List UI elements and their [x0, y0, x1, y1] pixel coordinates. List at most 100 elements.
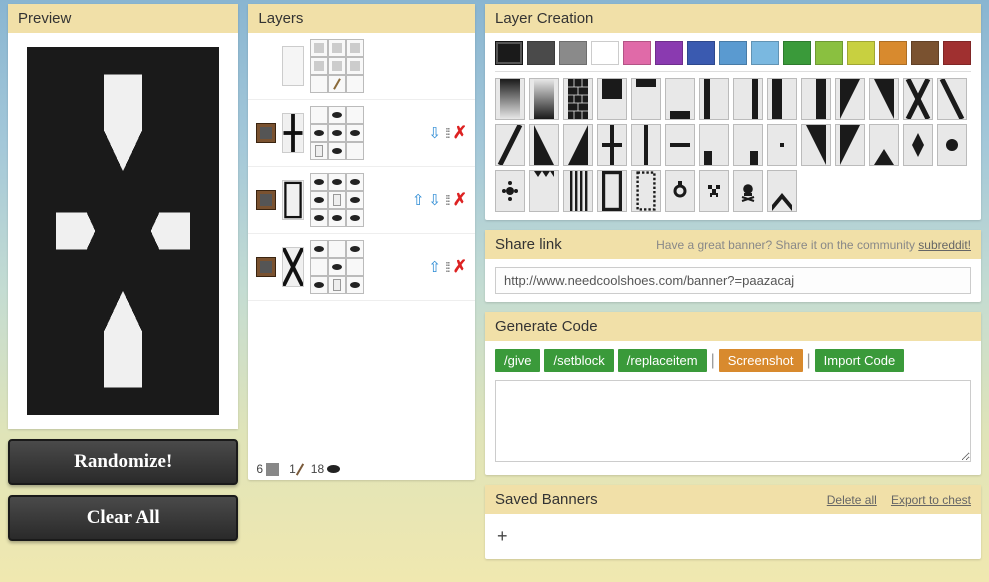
pattern-gradient[interactable]: [495, 78, 525, 120]
layer-row: ⇧ ⇩ ⁞⁞ ✗: [248, 167, 475, 234]
randomize-button[interactable]: Randomize!: [8, 439, 238, 485]
pattern-stripe_left[interactable]: [699, 78, 729, 120]
drag-handle-icon[interactable]: ⁞⁞: [445, 125, 449, 141]
layer-row: ⇩ ⁞⁞ ✗: [248, 100, 475, 167]
drag-handle-icon[interactable]: ⁞⁞: [445, 259, 449, 275]
banner-preview: [27, 47, 219, 415]
crafting-grid: [310, 173, 364, 227]
pattern-half_h[interactable]: [597, 78, 627, 120]
color-swatch-row: [495, 41, 971, 65]
layer-preview-cross: [282, 247, 304, 287]
pattern-stripe_right[interactable]: [733, 78, 763, 120]
code-output[interactable]: [495, 380, 971, 462]
pattern-square_bl[interactable]: [699, 124, 729, 166]
loom-icon: [256, 257, 276, 277]
pattern-stripe_top[interactable]: [631, 78, 661, 120]
layer-row: ⇧ ⁞⁞ ✗: [248, 234, 475, 301]
pattern-stripe_middle[interactable]: [665, 124, 695, 166]
pattern-chevron[interactable]: [767, 170, 797, 212]
setblock-button[interactable]: /setblock: [544, 349, 613, 372]
pattern-half_v[interactable]: [767, 78, 797, 120]
move-down-icon[interactable]: ⇩: [428, 191, 441, 209]
stick-icon: [296, 463, 304, 475]
layer-row: [248, 33, 475, 100]
pattern-triangle_b[interactable]: [869, 124, 899, 166]
delete-all-link[interactable]: Delete all: [827, 493, 877, 507]
crafting-grid: [310, 240, 364, 294]
pattern-circle[interactable]: [937, 124, 967, 166]
add-saved-button[interactable]: +: [497, 526, 508, 546]
pattern-stripe_center[interactable]: [631, 124, 661, 166]
give-button[interactable]: /give: [495, 349, 540, 372]
color-swatch[interactable]: [847, 41, 875, 65]
color-swatch[interactable]: [879, 41, 907, 65]
pattern-border[interactable]: [597, 170, 627, 212]
color-swatch[interactable]: [783, 41, 811, 65]
generate-code-panel: Generate Code /give /setblock /replaceit…: [485, 312, 981, 475]
preview-panel: Preview: [8, 4, 238, 429]
share-title: Share link: [495, 236, 562, 253]
pattern-diag_ul[interactable]: [801, 124, 831, 166]
subreddit-link[interactable]: subreddit!: [918, 238, 971, 252]
pattern-bricks[interactable]: [563, 78, 593, 120]
layer-preview-border: [282, 180, 304, 220]
color-swatch[interactable]: [527, 41, 555, 65]
drag-handle-icon[interactable]: ⁞⁞: [445, 192, 449, 208]
pattern-gradient_up[interactable]: [529, 78, 559, 120]
import-code-button[interactable]: Import Code: [815, 349, 905, 372]
color-swatch[interactable]: [623, 41, 651, 65]
pattern-diag_ur[interactable]: [835, 124, 865, 166]
wool-icon: [266, 463, 279, 476]
pattern-diag_r[interactable]: [869, 78, 899, 120]
crafting-grid: [310, 39, 364, 93]
pattern-diag_rl[interactable]: [495, 124, 525, 166]
pattern-half_diag_r[interactable]: [563, 124, 593, 166]
export-chest-link[interactable]: Export to chest: [891, 493, 971, 507]
dye-icon: [327, 465, 340, 473]
pattern-mojang[interactable]: [665, 170, 695, 212]
move-up-icon[interactable]: ⇧: [412, 191, 425, 209]
pattern-curly_border[interactable]: [631, 170, 661, 212]
pattern-half_diag_l[interactable]: [529, 124, 559, 166]
color-swatch[interactable]: [687, 41, 715, 65]
layer-creation-panel: Layer Creation: [485, 4, 981, 220]
move-down-icon[interactable]: ⇩: [428, 124, 441, 142]
color-swatch[interactable]: [719, 41, 747, 65]
color-swatch[interactable]: [943, 41, 971, 65]
color-swatch[interactable]: [559, 41, 587, 65]
pattern-diag_lr[interactable]: [937, 78, 967, 120]
screenshot-button[interactable]: Screenshot: [719, 349, 803, 372]
saved-banners-title: Saved Banners: [495, 491, 598, 508]
color-swatch[interactable]: [655, 41, 683, 65]
color-swatch[interactable]: [911, 41, 939, 65]
delete-layer-icon[interactable]: ✗: [453, 257, 467, 277]
share-url-input[interactable]: [495, 267, 971, 294]
pattern-triangles_t[interactable]: [529, 170, 559, 212]
pattern-diag_l[interactable]: [835, 78, 865, 120]
layers-title: Layers: [258, 10, 303, 27]
pattern-flower[interactable]: [495, 170, 525, 212]
replaceitem-button[interactable]: /replaceitem: [618, 349, 707, 372]
color-swatch[interactable]: [815, 41, 843, 65]
pattern-rhombus[interactable]: [903, 124, 933, 166]
color-swatch[interactable]: [751, 41, 779, 65]
pattern-small_stripes[interactable]: [563, 170, 593, 212]
saved-banners-panel: Saved Banners Delete all Export to chest…: [485, 485, 981, 559]
share-hint: Have a great banner? Share it on the com…: [656, 238, 971, 252]
pattern-square_br[interactable]: [733, 124, 763, 166]
color-swatch[interactable]: [591, 41, 619, 65]
clear-all-button[interactable]: Clear All: [8, 495, 238, 541]
pattern-dot[interactable]: [767, 124, 797, 166]
move-up-icon[interactable]: ⇧: [428, 258, 441, 276]
pattern-straight_cross[interactable]: [597, 124, 627, 166]
pattern-grid: [495, 78, 971, 212]
generate-code-title: Generate Code: [495, 318, 598, 335]
delete-layer-icon[interactable]: ✗: [453, 123, 467, 143]
pattern-half_v_r[interactable]: [801, 78, 831, 120]
pattern-stripe_bottom[interactable]: [665, 78, 695, 120]
pattern-skull[interactable]: [733, 170, 763, 212]
pattern-cross[interactable]: [903, 78, 933, 120]
pattern-creeper[interactable]: [699, 170, 729, 212]
delete-layer-icon[interactable]: ✗: [453, 190, 467, 210]
color-swatch[interactable]: [495, 41, 523, 65]
